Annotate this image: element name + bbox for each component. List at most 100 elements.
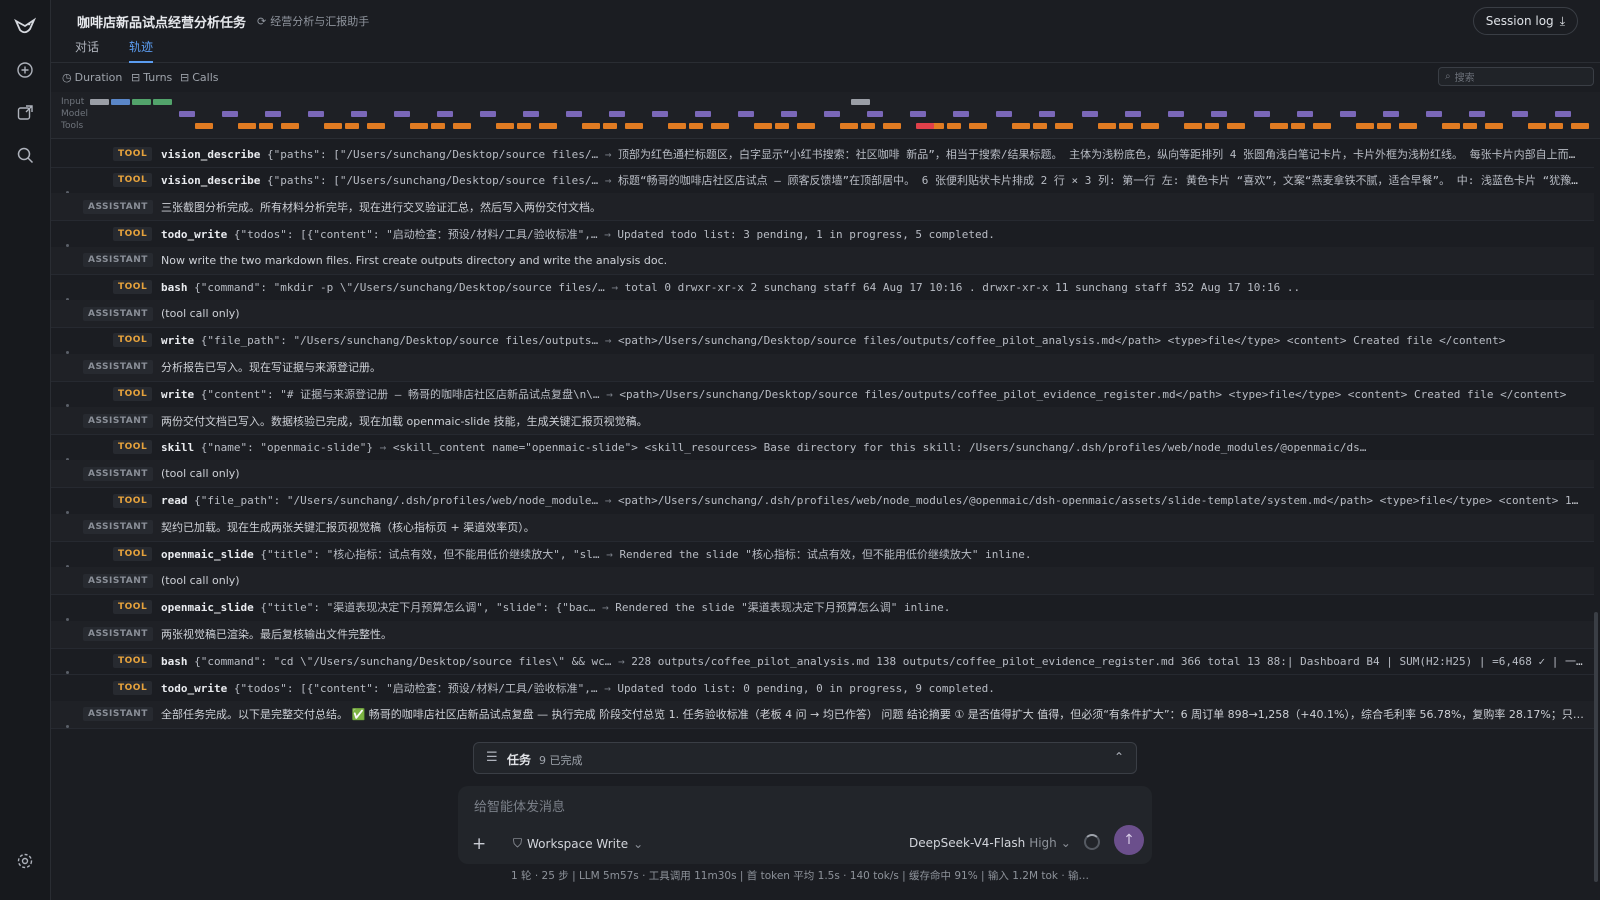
filter-turns[interactable]: ⊟ Turns (131, 71, 172, 84)
filter-calls-label: Calls (192, 71, 219, 84)
tool-call-row[interactable]: TOOL openmaic_slide {"title": "核心指标：试点有效，… (51, 541, 1594, 569)
timeline-tool-segment (1227, 123, 1245, 129)
model-selector[interactable]: DeepSeek-V4-Flash High ⌄ (909, 836, 1071, 850)
timeline-tool-segment (1291, 123, 1305, 129)
tool-call-row[interactable]: TOOL vision_describe {"paths": ["/Users/s… (51, 140, 1594, 168)
row-content: bash {"command": "cd \"/Users/sunchang/D… (161, 653, 1584, 669)
assistant-text: (tool call only) (161, 467, 240, 481)
search-input[interactable]: ⌕ 搜索 (1438, 67, 1594, 86)
assistant-text: (tool call only) (161, 574, 240, 588)
timeline-tool-segment (1377, 123, 1391, 129)
tool-args: {"command": "cd \"/Users/sunchang/Deskto… (194, 654, 612, 668)
assistant-badge: ASSISTANT (83, 520, 153, 535)
tab-trace[interactable]: 轨迹 (129, 38, 154, 63)
message-input[interactable]: 给智能体发消息 (474, 796, 1134, 815)
new-chat-icon[interactable] (13, 58, 37, 82)
tool-call-row[interactable]: TOOL vision_describe {"paths": ["/Users/s… (51, 167, 1594, 195)
tool-call-row[interactable]: TOOL read {"file_path": "/Users/sunchang/… (51, 487, 1594, 516)
timeline[interactable]: Input Model Tools (51, 92, 1600, 139)
timeline-tool-segment (431, 123, 445, 129)
timeline-tool-segment (1442, 123, 1460, 129)
timeline-model-segment (1168, 111, 1184, 117)
assistant-message-row[interactable]: ASSISTANT Now write the two markdown file… (51, 246, 1594, 275)
tab-chat[interactable]: 对话 (75, 38, 99, 61)
assistant-message-row[interactable]: ASSISTANT (tool call only) (51, 460, 1594, 489)
row-content: (tool call only) (161, 574, 1584, 587)
timeline-tool-segment (969, 123, 987, 129)
assistant-text: 分析报告已写入。现在写证据与来源登记册。 (161, 361, 381, 375)
tool-badge: TOOL (113, 386, 153, 401)
timeline-model-segment (1082, 111, 1098, 117)
tool-name: write (161, 387, 195, 401)
tool-badge: TOOL (113, 600, 153, 615)
session-log-label: Session log (1485, 14, 1554, 28)
timeline-model-segment (179, 111, 195, 117)
assistant-badge: ASSISTANT (83, 306, 153, 321)
tool-call-row[interactable]: TOOL write {"file_path": "/Users/sunchang… (51, 327, 1594, 355)
page-title: 咖啡店新品试点经营分析任务 (77, 16, 247, 31)
tool-args: {"name": "openmaic-slide"} (200, 440, 373, 454)
tool-call-row[interactable]: TOOL bash {"command": "mkdir -p \"/Users/… (51, 274, 1594, 302)
refresh-icon: ⟳ (257, 14, 267, 28)
tool-args: {"title": "核心指标：试点有效，但不能用低价继续放大", "sl… (260, 548, 600, 561)
task-label: 任务 (507, 753, 532, 767)
search-icon[interactable] (13, 143, 37, 167)
timeline-model-segment (265, 111, 281, 117)
logo-icon[interactable] (13, 15, 37, 39)
row-content: bash {"command": "mkdir -p \"/Users/sunc… (161, 281, 1584, 294)
session-log-button[interactable]: Session log ⤓ (1472, 7, 1578, 35)
add-attachment-button[interactable]: + (472, 834, 486, 854)
agent-name: 经营分析与汇报助手 (270, 15, 370, 28)
assistant-message-row[interactable]: ASSISTANT 全部任务完成。以下是完整交付总结。 ✅ 畅哥的咖啡店社区店新品… (51, 700, 1594, 729)
assistant-badge: ASSISTANT (83, 360, 153, 375)
tool-badge: TOOL (113, 146, 153, 161)
tool-result: <path>/Users/sunchang/Desktop/source fil… (619, 387, 1567, 401)
assistant-message-row[interactable]: ASSISTANT 两张视觉稿已渲染。最后复核输出文件完整性。 (51, 620, 1594, 649)
workspace-selector[interactable]: ⛉ Workspace Write ⌄ (513, 836, 643, 851)
timeline-tool-segment (582, 123, 600, 129)
filter-duration[interactable]: ◷ Duration (62, 71, 122, 84)
tool-call-row[interactable]: TOOL todo_write {"todos": [{"content": "启… (51, 220, 1594, 249)
scrollbar[interactable] (1594, 612, 1598, 882)
assistant-text: 两份交付文档已写入。数据核验已完成，现在加载 openmaic-slide 技能… (161, 414, 648, 428)
tool-name: vision_describe (161, 174, 261, 188)
timeline-model-segment (738, 111, 754, 117)
assistant-badge: ASSISTANT (83, 253, 153, 268)
timeline-tool-segment (1463, 123, 1477, 129)
tool-call-row[interactable]: TOOL skill {"name": "openmaic-slide"} → <… (51, 434, 1594, 462)
timeline-tool-segment (1184, 123, 1202, 129)
tool-badge: TOOL (113, 680, 153, 695)
tool-call-row[interactable]: TOOL todo_write {"todos": [{"content": "启… (51, 674, 1594, 702)
assistant-text: 两张视觉稿已渲染。最后复核输出文件完整性。 (161, 628, 392, 642)
timeline-tool-segment (324, 123, 342, 129)
timeline-tool-segment (1356, 123, 1374, 129)
timeline-tool-segment (1012, 123, 1030, 129)
filter-calls[interactable]: ⊟ Calls (180, 71, 218, 84)
timeline-model-segment (867, 111, 883, 117)
timeline-input-segment (111, 99, 130, 105)
assistant-message-row[interactable]: ASSISTANT (tool call only) (51, 300, 1594, 329)
assistant-message-row[interactable]: ASSISTANT 三张截图分析完成。所有材料分析完毕，现在进行交叉验证汇总，然后… (51, 193, 1594, 222)
timeline-tool-segment (711, 123, 729, 129)
assistant-badge: ASSISTANT (83, 627, 153, 642)
tool-call-row[interactable]: TOOL write {"content": "# 证据与来源登记册 — 畅哥的咖… (51, 380, 1594, 409)
send-button[interactable]: ↑ (1114, 825, 1144, 855)
tool-name: read (161, 494, 188, 508)
chevron-up-icon[interactable]: ⌃ (1114, 750, 1124, 764)
assistant-text: (tool call only) (161, 307, 240, 321)
share-icon[interactable] (13, 101, 37, 125)
tool-call-row[interactable]: TOOL openmaic_slide {"title": "渠道表现决定下月预算… (51, 594, 1594, 622)
tool-name: todo_write (161, 227, 228, 241)
task-summary-card[interactable]: ☰ 任务 9 已完成 ⌃ (473, 742, 1137, 774)
timeline-tool-segment (539, 123, 557, 129)
timeline-tool-segment (916, 123, 934, 129)
timeline-tool-segment (496, 123, 514, 129)
tool-call-row[interactable]: TOOL bash {"command": "cd \"/Users/suncha… (51, 647, 1594, 676)
assistant-message-row[interactable]: ASSISTANT 两份交付文档已写入。数据核验已完成，现在加载 openmaic… (51, 407, 1594, 435)
row-content: Now write the two markdown files. First … (161, 254, 1584, 267)
timeline-tool-segment (775, 123, 789, 129)
assistant-message-row[interactable]: ASSISTANT 契约已加载。现在生成两张关键汇报页视觉稿（核心指标页 + 渠道… (51, 513, 1594, 542)
assistant-message-row[interactable]: ASSISTANT (tool call only) (51, 567, 1594, 596)
assistant-message-row[interactable]: ASSISTANT 分析报告已写入。现在写证据与来源登记册。 (51, 353, 1594, 382)
timeline-tool-segment (625, 123, 643, 129)
